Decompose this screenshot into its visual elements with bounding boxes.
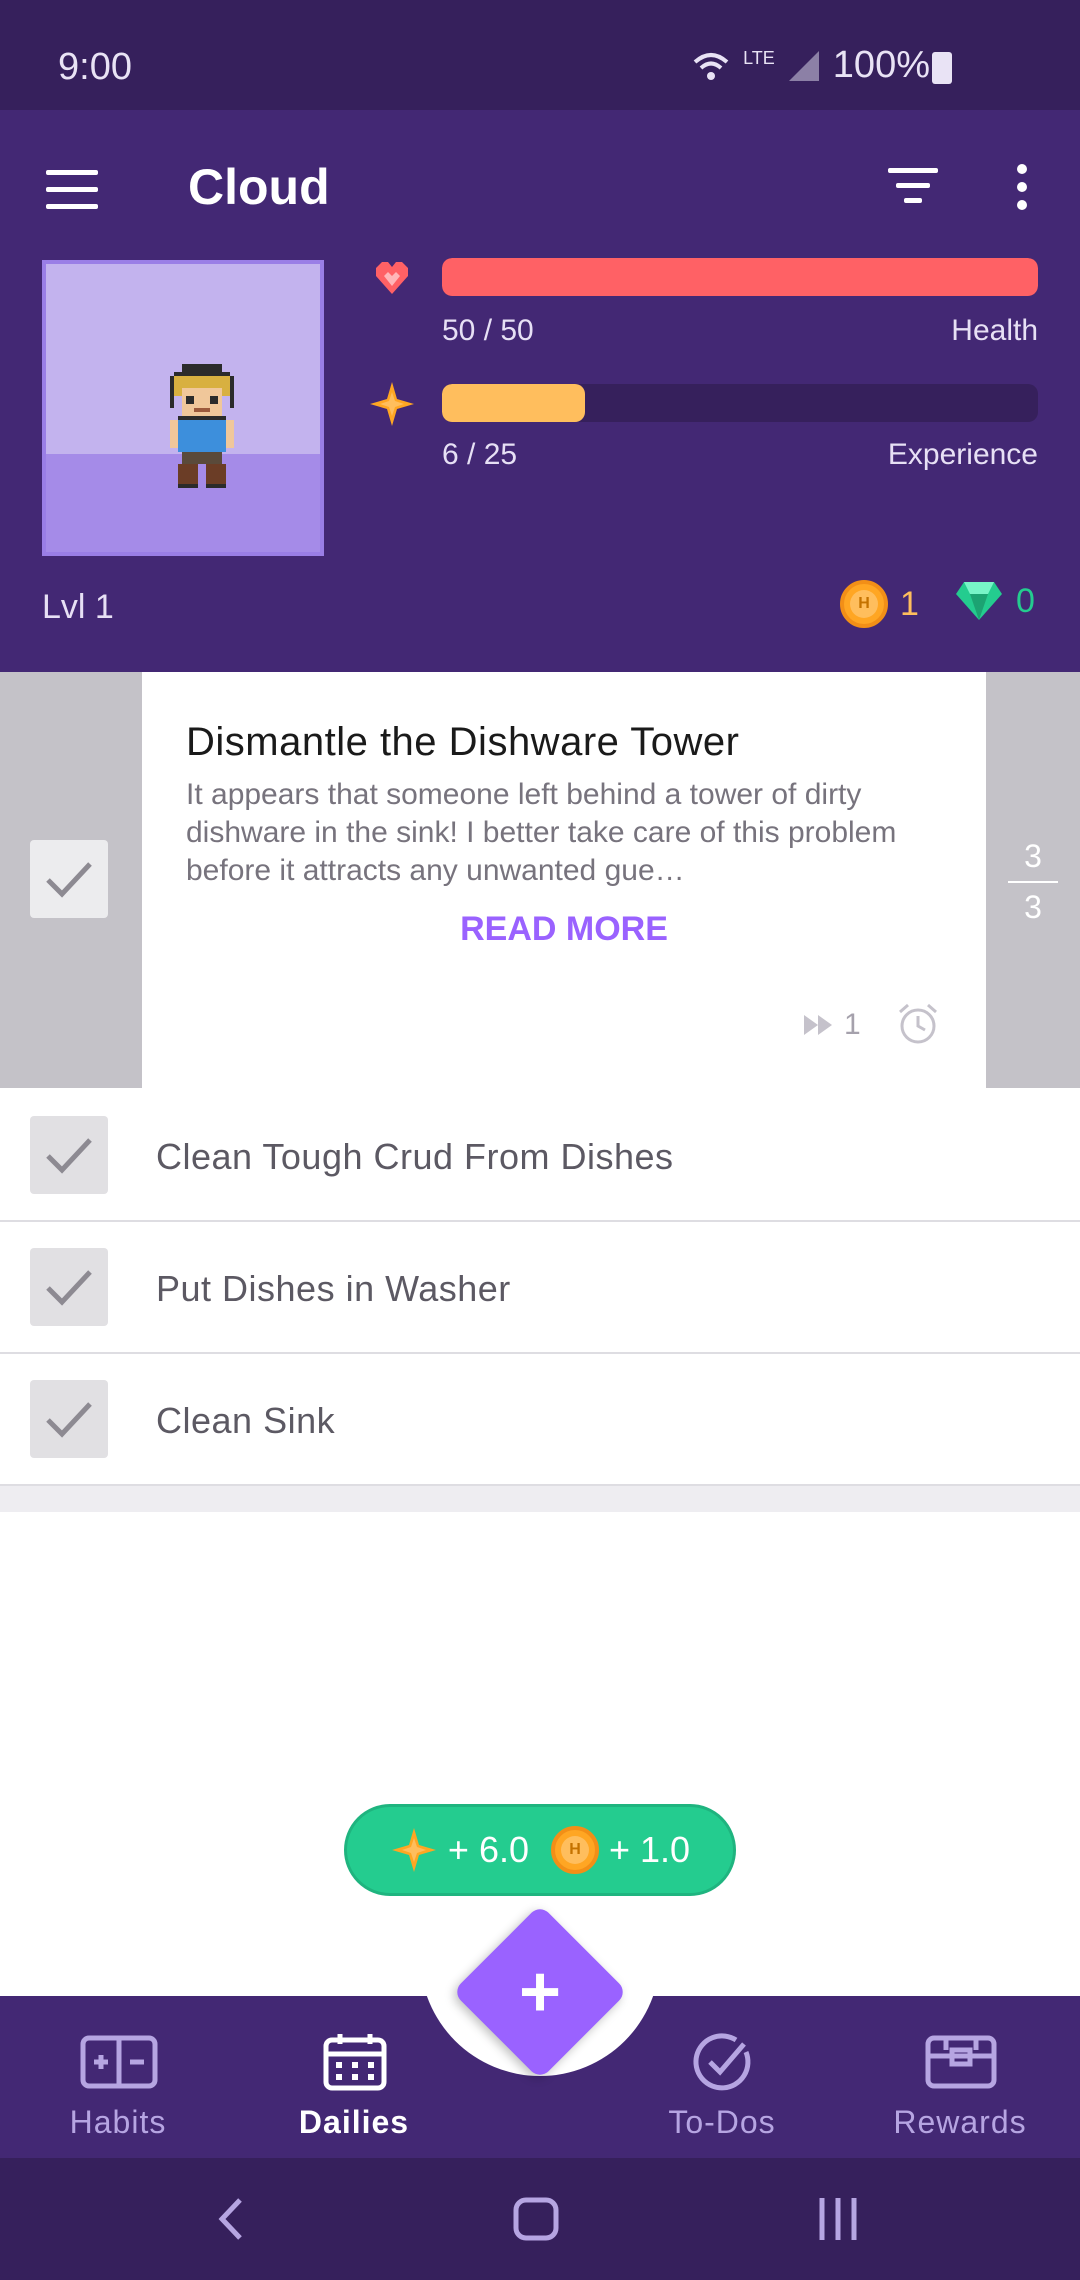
- health-bar: [442, 258, 1038, 296]
- checkmark-icon: [46, 1270, 92, 1306]
- tab-dailies-label: Dailies: [298, 2104, 410, 2140]
- back-icon[interactable]: [212, 2194, 252, 2244]
- checklist-checkbox[interactable]: [30, 1116, 108, 1194]
- health-heart-icon: [376, 262, 408, 294]
- reward-gold: + 1.0: [609, 1829, 691, 1870]
- health-value: 50 / 50: [442, 314, 534, 347]
- tab-rewards-label: Rewards: [893, 2104, 1027, 2140]
- reward-exp: + 6.0: [447, 1829, 529, 1870]
- experience-star-icon: [370, 382, 414, 426]
- battery-icon: [932, 52, 952, 84]
- checklist-done: 3: [1024, 838, 1042, 874]
- tab-todos[interactable]: To-Dos: [622, 1996, 822, 2158]
- checklist-item-label: Clean Tough Crud From Dishes: [156, 1136, 674, 1177]
- habits-icon: [80, 2035, 158, 2089]
- menu-icon[interactable]: [46, 170, 98, 210]
- calendar-icon: [323, 2034, 387, 2091]
- gold-coin-icon: H: [840, 580, 888, 628]
- experience-bar: [442, 384, 1038, 422]
- tab-rewards[interactable]: Rewards: [860, 1996, 1060, 2158]
- checkmark-icon: [46, 1138, 92, 1174]
- streak-icon: [804, 1015, 832, 1035]
- battery-percent: 100%: [832, 44, 930, 86]
- system-navigation-bar: [0, 2158, 1080, 2280]
- experience-value: 6 / 25: [442, 438, 518, 471]
- experience-bar-fill: [442, 384, 586, 422]
- gold-amount: 1: [900, 584, 919, 623]
- daily-task-item[interactable]: Dismantle the Dishware Tower It appears …: [0, 672, 1080, 1088]
- filter-icon[interactable]: [888, 168, 938, 208]
- tab-habits[interactable]: Habits: [18, 1996, 218, 2158]
- checklist-counter[interactable]: 3 3: [1008, 838, 1058, 926]
- status-time: 9:00: [58, 46, 132, 88]
- status-bar: 9:00 LTE 100%: [0, 0, 1080, 110]
- gem-icon: [956, 582, 1002, 620]
- wifi-icon: [693, 52, 729, 80]
- checklist-checkbox[interactable]: [30, 1380, 108, 1458]
- checklist-checkbox[interactable]: [30, 1248, 108, 1326]
- tab-todos-label: To-Dos: [668, 2104, 776, 2140]
- task-title: Dismantle the Dishware Tower: [186, 720, 740, 764]
- gem-amount: 0: [1016, 581, 1035, 620]
- avatar[interactable]: [42, 260, 324, 556]
- alarm-icon: [899, 1003, 937, 1044]
- recents-icon[interactable]: [816, 2194, 860, 2244]
- tab-dailies[interactable]: Dailies: [254, 1996, 454, 2158]
- health-bar-fill: [442, 258, 1038, 296]
- home-icon[interactable]: [512, 2194, 560, 2244]
- tab-habits-label: Habits: [69, 2104, 167, 2140]
- experience-star-icon: [391, 1828, 436, 1872]
- gold-currency: H 1: [840, 580, 919, 628]
- checklist-item[interactable]: Clean Tough Crud From Dishes: [0, 1090, 1080, 1222]
- signal-icon: [788, 50, 819, 81]
- task-checkbox[interactable]: [30, 840, 108, 918]
- checklist-item[interactable]: Put Dishes in Washer: [0, 1222, 1080, 1354]
- checkmark-icon: [46, 862, 92, 898]
- reward-snackbar: + 6.0 H + 1.0: [344, 1804, 736, 1896]
- list-divider: [0, 1486, 1080, 1512]
- checklist-total: 3: [1024, 889, 1042, 925]
- streak-value: 1: [844, 1008, 861, 1041]
- checklist-item[interactable]: Clean Sink: [0, 1354, 1080, 1486]
- network-type: LTE: [743, 48, 775, 68]
- checklist-item-label: Put Dishes in Washer: [156, 1268, 511, 1309]
- more-options-icon[interactable]: [1012, 164, 1032, 214]
- status-indicators: LTE 100%: [691, 44, 930, 87]
- checkmark-icon: [46, 1402, 92, 1438]
- streak-counter: 1: [802, 1008, 861, 1042]
- level-label: Lvl 1: [42, 588, 114, 626]
- task-notes: It appears that someone left behind a to…: [186, 778, 897, 887]
- gold-coin-icon: H: [551, 1826, 599, 1874]
- checklist-item-label: Clean Sink: [156, 1400, 336, 1441]
- plus-icon: +: [518, 1951, 562, 2032]
- experience-label: Experience: [887, 438, 1038, 471]
- page-title: Cloud: [188, 159, 330, 215]
- check-circle-icon: [693, 2033, 751, 2091]
- treasure-chest-icon: [925, 2035, 997, 2089]
- header: Cloud 50 / 50 Health 6 / 25 Experience L…: [0, 110, 1080, 672]
- task-card[interactable]: Dismantle the Dishware Tower It appears …: [142, 672, 986, 1088]
- avatar-character: [170, 364, 234, 488]
- read-more-button[interactable]: READ MORE: [142, 910, 986, 949]
- gem-currency: 0: [954, 580, 1035, 622]
- health-label: Health: [951, 314, 1038, 347]
